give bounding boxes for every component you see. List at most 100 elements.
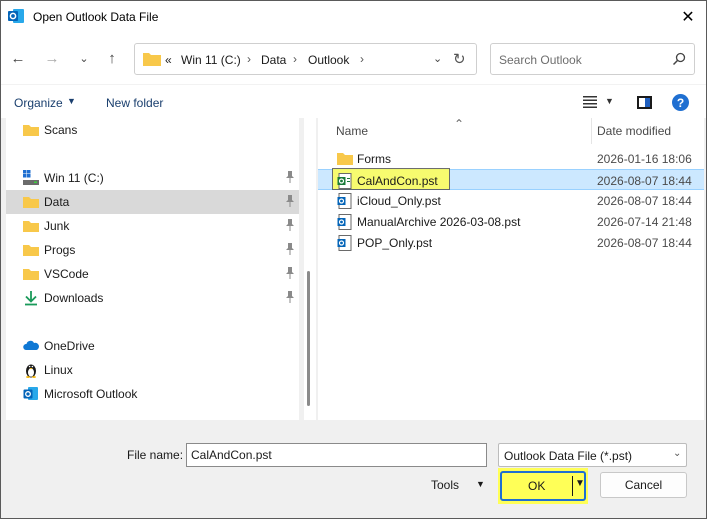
help-icon[interactable]: ? [672,94,689,111]
penguin-icon [26,364,36,378]
outlook-icon [23,387,38,400]
pin-icon [286,291,294,303]
download-icon [25,291,37,306]
breadcrumb-overflow[interactable]: « [165,53,172,67]
breadcrumb-data[interactable]: Data [261,53,286,67]
sidebar-item-label: OneDrive [44,339,95,353]
cancel-button[interactable]: Cancel [600,472,687,498]
title-bar: Open Outlook Data File ✕ [1,1,706,32]
outlook-icon [8,9,24,23]
column-header-date-modified[interactable]: Date modified [597,124,671,138]
command-bar: Organize ▼ New folder ▼ ? [1,84,706,118]
file-row[interactable]: Forms 2026-01-16 18:06 [318,148,704,169]
arrow-left-icon: ← [10,49,26,67]
folder-icon [23,269,39,280]
file-name: iCloud_Only.pst [357,194,441,208]
file-type-select[interactable]: Outlook Data File (*.pst) ⌄ [498,443,687,467]
recent-locations-button[interactable]: ⌄ [73,47,95,69]
sidebar-item-junk[interactable]: Junk [6,214,299,238]
open-file-dialog: Open Outlook Data File ✕ ← → ⌄ ↑ « Win 1… [0,0,707,519]
sidebar-item-progs[interactable]: Progs [6,238,299,262]
pst-file-icon [337,193,352,209]
caret-down-icon[interactable]: ▼ [476,479,485,489]
sidebar-item-data[interactable]: Data [6,190,299,214]
chevron-right-icon[interactable]: › [247,52,251,66]
preview-pane-icon[interactable] [637,96,652,109]
caret-down-icon[interactable]: ▼ [605,96,614,106]
chevron-right-icon[interactable]: › [360,52,364,66]
new-folder-button[interactable]: New folder [106,96,163,110]
refresh-icon[interactable]: ↻ [453,50,466,68]
tools-button[interactable]: Tools [431,478,459,492]
ok-button[interactable]: OK ▼ [500,471,586,501]
search-input[interactable]: Search Outlook [490,43,695,75]
pst-file-icon [337,214,352,230]
file-row[interactable]: iCloud_Only.pst 2026-08-07 18:44 [318,190,704,211]
view-options-icon[interactable] [582,95,598,109]
close-button[interactable]: ✕ [670,1,706,32]
drive-icon [23,170,39,185]
sort-ascending-icon: ⌃ [454,118,465,131]
pin-icon [286,267,294,279]
sidebar-item-label: Linux [44,363,73,377]
sidebar-item-downloads[interactable]: Downloads [6,286,299,310]
file-date: 2026-08-07 18:44 [597,236,692,250]
back-button[interactable]: ← [7,47,29,69]
file-name: Forms [357,152,391,166]
chevron-down-icon[interactable]: ⌄ [433,52,442,65]
chevron-down-icon: ⌄ [79,52,89,65]
column-divider[interactable] [591,118,592,144]
sidebar-item-label: Microsoft Outlook [44,387,138,401]
up-button[interactable]: ↑ [101,47,123,69]
cancel-label: Cancel [624,478,663,492]
breadcrumb-drive[interactable]: Win 11 (C:) [181,53,241,67]
file-name-input[interactable]: CalAndCon.pst [186,443,487,467]
navigation-scrollbar[interactable] [304,118,316,420]
folder-icon [23,125,39,136]
cloud-icon [23,340,39,350]
sidebar-item-label: Junk [44,219,70,233]
sidebar-item-label: VSCode [44,267,89,281]
pst-file-icon [337,173,352,189]
file-row[interactable]: POP_Only.pst 2026-08-07 18:44 [318,232,704,253]
address-bar[interactable]: « Win 11 (C:) › Data › Outlook › ⌄ ↻ [134,43,477,75]
forward-button[interactable]: → [41,47,63,69]
pin-icon [286,219,294,231]
file-row-selected[interactable]: CalAndCon.pst 2026-08-07 18:44 [318,168,704,190]
folder-icon [23,221,39,232]
arrow-right-icon: → [44,49,60,67]
breadcrumb-outlook[interactable]: Outlook [308,53,349,67]
caret-down-icon[interactable]: ▼ [67,96,76,106]
folder-icon [23,245,39,256]
file-date: 2026-08-07 18:44 [597,174,692,188]
sidebar-item-linux[interactable]: Linux [6,358,299,382]
sidebar-item-label: Downloads [44,291,104,305]
file-name-label: File name: [127,448,184,462]
file-date: 2026-08-07 18:44 [597,194,692,208]
sidebar-item-scans[interactable]: Scans [6,118,299,142]
file-name: ManualArchive 2026-03-08.pst [357,215,521,229]
sidebar-item-vscode[interactable]: VSCode [6,262,299,286]
folder-icon [337,153,353,165]
navigation-bar: ← → ⌄ ↑ « Win 11 (C:) › Data › Outlook ›… [1,32,706,84]
search-placeholder: Search Outlook [499,53,582,67]
window-title: Open Outlook Data File [33,10,159,24]
sidebar-item-label: Scans [44,123,78,137]
sidebar-item-microsoft-outlook[interactable]: Microsoft Outlook [6,382,299,406]
file-list: ⌃ Name Date modified Forms 2026-01-16 18… [318,118,704,420]
file-row[interactable]: ManualArchive 2026-03-08.pst 2026-07-14 … [318,211,704,232]
sidebar-item-win11-drive[interactable]: Win 11 (C:) [6,166,299,190]
organize-button[interactable]: Organize [14,96,63,110]
chevron-down-icon: ⌄ [673,448,682,459]
folder-icon [143,53,161,66]
file-name-value: CalAndCon.pst [191,448,272,462]
column-header-name[interactable]: Name [336,124,368,138]
chevron-right-icon[interactable]: › [293,52,297,66]
caret-down-icon[interactable]: ▼ [575,478,585,489]
file-date: 2026-07-14 21:48 [597,215,692,229]
sidebar-item-onedrive[interactable]: OneDrive [6,334,299,358]
pin-icon [286,243,294,255]
pin-icon [286,171,294,183]
folder-icon [23,197,39,208]
scrollbar-thumb[interactable] [307,271,310,406]
